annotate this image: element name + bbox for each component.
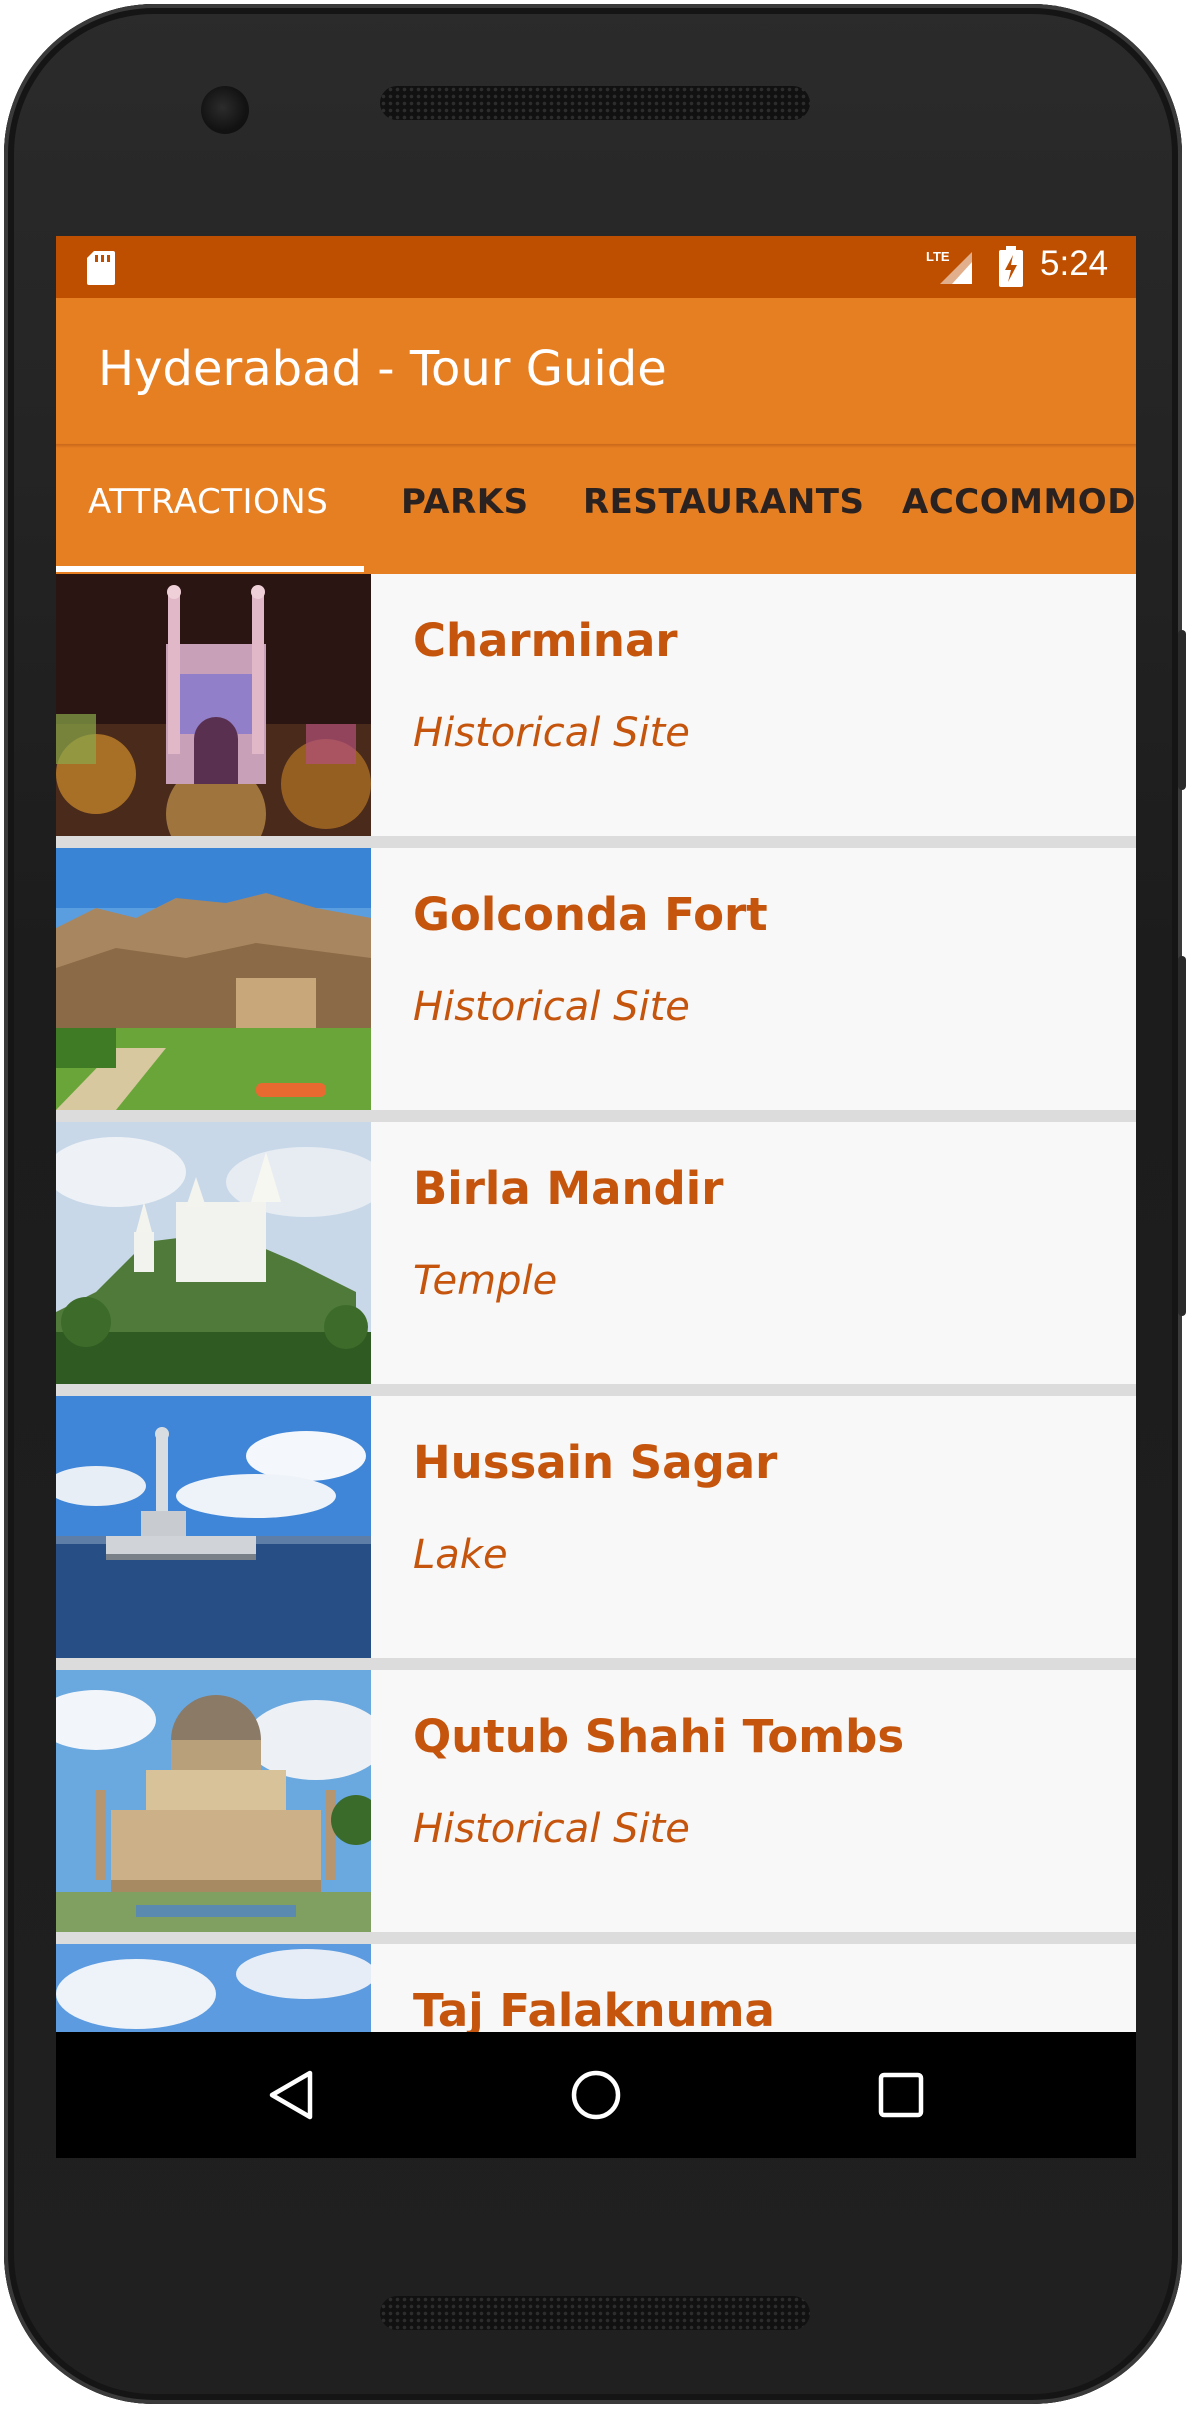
- place-category: Temple: [413, 1258, 558, 1304]
- place-category: Historical Site: [413, 710, 690, 756]
- place-name: Qutub Shahi Tombs: [413, 1710, 905, 1763]
- place-name: Birla Mandir: [413, 1162, 724, 1215]
- list-item[interactable]: Charminar Historical Site: [56, 574, 1136, 836]
- home-icon[interactable]: [561, 2060, 631, 2130]
- place-thumbnail-image: [56, 574, 371, 836]
- place-name: Taj Falaknuma: [413, 1984, 775, 2037]
- tab-attractions[interactable]: ATTRACTIONS: [88, 482, 328, 522]
- list-item[interactable]: Qutub Shahi Tombs Historical Site: [56, 1670, 1136, 1932]
- tab-accommodation[interactable]: ACCOMMODA: [902, 482, 1136, 522]
- recents-icon[interactable]: [866, 2060, 936, 2130]
- screen: LTE 5:24 Hyderabad - Tour Guide ATTRACTI…: [56, 236, 1136, 2158]
- list-item[interactable]: Golconda Fort Historical Site: [56, 848, 1136, 1110]
- place-thumbnail-image: [56, 1122, 371, 1384]
- place-name: Golconda Fort: [413, 888, 768, 941]
- place-thumbnail-image: [56, 1396, 371, 1658]
- place-name: Hussain Sagar: [413, 1436, 778, 1489]
- status-clock: 5:24: [1040, 244, 1109, 283]
- svg-text:LTE: LTE: [926, 249, 950, 264]
- list-divider: [56, 1658, 1136, 1670]
- list-divider: [56, 836, 1136, 848]
- place-name: Charminar: [413, 614, 678, 667]
- list-divider: [56, 1932, 1136, 1944]
- app-bar: Hyderabad - Tour Guide: [56, 298, 1136, 444]
- list-item[interactable]: Hussain Sagar Lake: [56, 1396, 1136, 1658]
- list-item[interactable]: Birla Mandir Temple: [56, 1122, 1136, 1384]
- phone-frame: LTE 5:24 Hyderabad - Tour Guide ATTRACTI…: [4, 4, 1186, 2404]
- sd-card-icon: [87, 251, 115, 285]
- place-category: Historical Site: [413, 1806, 690, 1852]
- status-bar: LTE 5:24: [56, 236, 1136, 298]
- power-button: [1178, 630, 1186, 790]
- place-category: Historical Site: [413, 984, 690, 1030]
- place-category: Lake: [413, 1532, 508, 1578]
- bottom-speaker-grille: [380, 2296, 810, 2330]
- list-divider: [56, 1384, 1136, 1396]
- tab-indicator: [56, 566, 364, 572]
- place-thumbnail-image: [56, 1670, 371, 1932]
- back-icon[interactable]: [256, 2060, 326, 2130]
- tab-parks[interactable]: PARKS: [401, 482, 529, 522]
- system-navigation-bar: [56, 2032, 1136, 2158]
- top-speaker-grille: [380, 86, 810, 120]
- lte-signal-icon: LTE: [926, 249, 972, 284]
- battery-charging-icon: [999, 246, 1023, 287]
- front-camera: [201, 86, 249, 134]
- tab-restaurants[interactable]: RESTAURANTS: [583, 482, 864, 522]
- tab-bar: ATTRACTIONS PARKS RESTAURANTS ACCOMMODA: [56, 444, 1136, 574]
- app-title: Hyderabad - Tour Guide: [98, 341, 667, 397]
- place-thumbnail-image: [56, 848, 371, 1110]
- volume-button: [1178, 956, 1186, 1316]
- list-divider: [56, 1110, 1136, 1122]
